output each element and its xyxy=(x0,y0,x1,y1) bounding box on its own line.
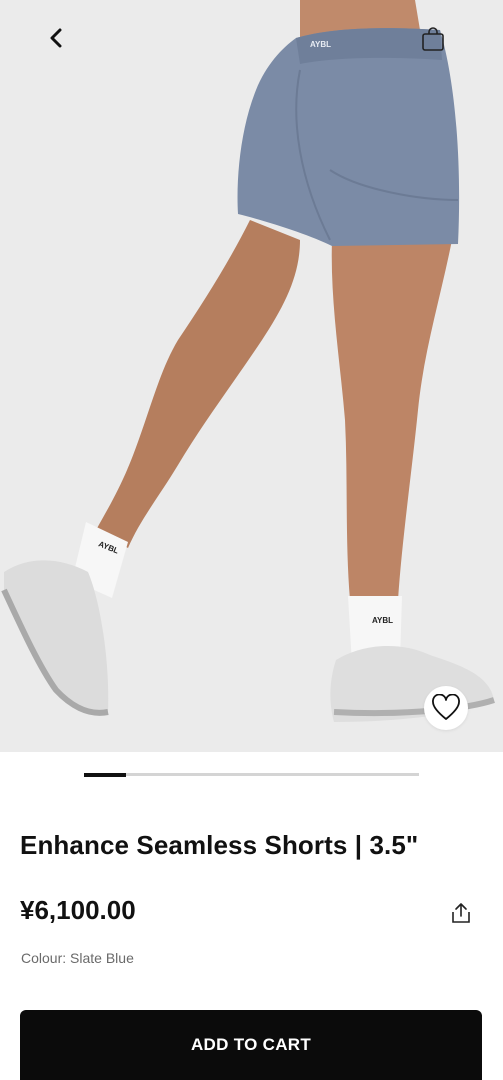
wishlist-button[interactable] xyxy=(424,686,468,730)
heart-outline-icon xyxy=(432,694,460,720)
back-button[interactable] xyxy=(38,20,74,56)
colour-label: Colour: xyxy=(21,950,71,966)
product-photo xyxy=(0,0,503,752)
gallery-pager[interactable] xyxy=(84,772,419,777)
product-title: Enhance Seamless Shorts | 3.5" xyxy=(20,830,419,860)
colour-value: Slate Blue xyxy=(70,950,134,966)
gallery-pager-active xyxy=(84,772,126,777)
add-to-cart-button[interactable]: ADD TO CART xyxy=(20,1010,482,1080)
chevron-left-icon xyxy=(50,28,62,48)
product-price: ¥6,100.00 xyxy=(20,895,136,925)
shopping-bag-button[interactable] xyxy=(416,22,450,56)
shopping-bag-icon xyxy=(422,27,444,51)
waistband-logo: AYBL xyxy=(310,40,332,49)
colour-selection: Colour: Slate Blue xyxy=(21,950,134,966)
product-image-gallery[interactable]: AYBL AYBL AYBL xyxy=(0,0,503,752)
share-icon xyxy=(452,903,470,923)
sock-logo-right: AYBL xyxy=(372,616,394,625)
share-button[interactable] xyxy=(448,900,474,926)
